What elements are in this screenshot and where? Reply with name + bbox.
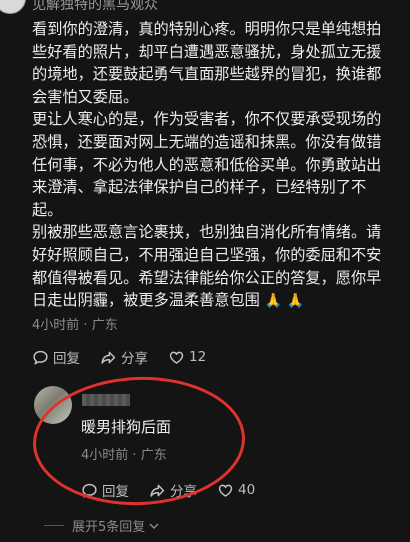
comment-time: 4小时前 bbox=[32, 318, 80, 333]
reply-text: 暖男排狗后面 bbox=[81, 418, 172, 436]
share-arrow-icon bbox=[101, 351, 116, 364]
comment-paragraph: 更让人寒心的是，作为受害者，你不仅要承受现场的恐惧，还要面对网上无端的造谣和抹黑… bbox=[32, 110, 382, 219]
avatar[interactable] bbox=[0, 0, 26, 14]
comment-actions: 回复 分享 12 bbox=[32, 347, 252, 367]
chat-bubble-icon bbox=[82, 483, 97, 498]
heart-icon bbox=[218, 484, 233, 497]
comment-text: 看到你的澄清，真的特别心疼。明明你只是单纯想拍些好看的照片，却平白遭遇恶意骚扰，… bbox=[32, 18, 392, 313]
share-label: 分享 bbox=[170, 484, 197, 500]
reply-meta: 4小时前 · 广东 bbox=[81, 448, 167, 463]
comment-paragraph-text: 别被那些恶意言论裹挟，也别独自消化所有情绪。请好好照顾自己，不用强迫自己坚强，你… bbox=[32, 223, 382, 310]
reply-reply-button[interactable]: 回复 bbox=[81, 480, 129, 500]
share-label: 分享 bbox=[121, 351, 148, 367]
comment-meta: 4小时前 · 广东 bbox=[32, 318, 118, 333]
reply-username-redacted bbox=[82, 394, 130, 406]
expand-replies-button[interactable]: 展开5条回复 bbox=[44, 516, 160, 535]
prayer-emoji-icon: 🙏 🙏 bbox=[264, 293, 304, 310]
reply-actions: 回复 分享 40 bbox=[81, 480, 301, 500]
reply-share-button[interactable]: 分享 bbox=[149, 480, 197, 500]
reply-label: 回复 bbox=[102, 484, 129, 500]
reply-location: 广东 bbox=[140, 448, 167, 463]
reply-like-button[interactable]: 40 bbox=[217, 482, 255, 499]
reply-avatar[interactable] bbox=[34, 386, 72, 424]
chat-bubble-icon bbox=[33, 350, 48, 365]
like-button[interactable]: 12 bbox=[168, 349, 206, 366]
comment-location: 广东 bbox=[91, 318, 118, 333]
heart-icon bbox=[169, 351, 184, 364]
like-count: 12 bbox=[189, 349, 207, 365]
expand-replies-label: 展开5条回复 bbox=[72, 520, 146, 535]
like-count: 40 bbox=[238, 482, 256, 498]
comment-paragraph: 看到你的澄清，真的特别心疼。明明你只是单纯想拍些好看的照片，却平白遭遇恶意骚扰，… bbox=[32, 20, 382, 106]
share-button[interactable]: 分享 bbox=[100, 347, 148, 367]
divider bbox=[44, 525, 64, 526]
share-arrow-icon bbox=[150, 484, 165, 497]
reply-label: 回复 bbox=[53, 351, 80, 367]
reply-button[interactable]: 回复 bbox=[32, 347, 80, 367]
reply-time: 4小时前 bbox=[81, 448, 129, 463]
chevron-down-icon bbox=[149, 522, 159, 529]
comment-username[interactable]: 见解独特的黑马观众 bbox=[32, 0, 158, 14]
comment-paragraph: 别被那些恶意言论裹挟，也别独自消化所有情绪。请好好照顾自己，不用强迫自己坚强，你… bbox=[32, 221, 392, 312]
